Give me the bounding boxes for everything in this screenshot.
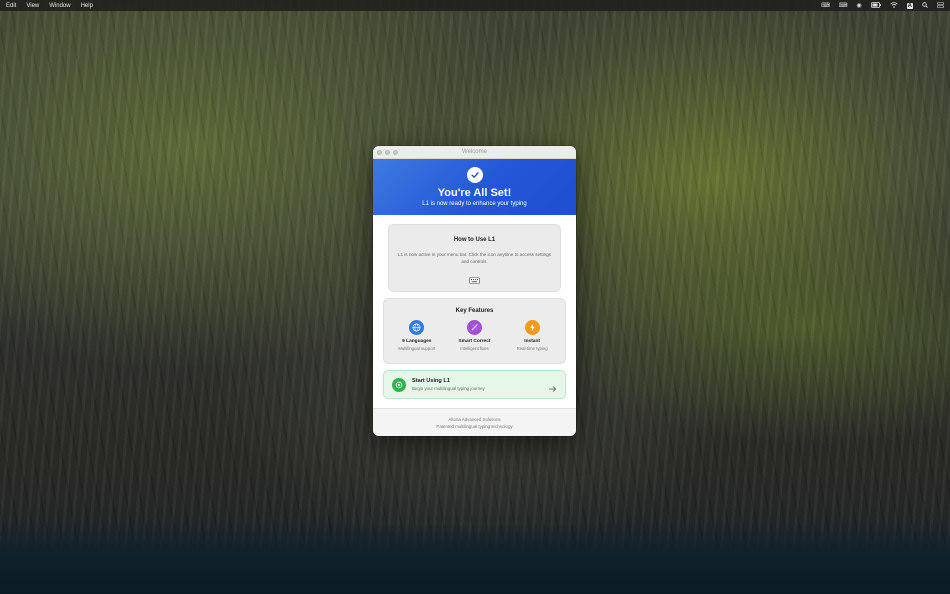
start-title: Start Using L1 bbox=[412, 378, 450, 384]
arrow-right-icon bbox=[548, 380, 557, 398]
input-source-icon[interactable]: A bbox=[906, 2, 913, 9]
menu-bar-items: Edit View Window Help bbox=[6, 3, 93, 9]
welcome-content: How to Use L1 L1 is now active in your m… bbox=[373, 215, 576, 399]
hero-title: You're All Set! bbox=[437, 186, 512, 199]
footer-company: Altona Advanced Solutions bbox=[448, 416, 501, 422]
feature-name: 9 Languages bbox=[402, 339, 432, 344]
zoom-button[interactable] bbox=[393, 150, 398, 155]
menu-bar-status: ⌨ ⌨ ◉ A bbox=[821, 1, 945, 10]
how-to-title: How to Use L1 bbox=[453, 237, 496, 243]
search-icon[interactable] bbox=[922, 1, 928, 10]
menu-help[interactable]: Help bbox=[81, 3, 93, 9]
window-title: Welcome bbox=[462, 149, 487, 155]
battery-icon[interactable] bbox=[870, 1, 881, 10]
checkmark-icon bbox=[466, 166, 483, 183]
welcome-window: Welcome You're All Set! L1 is now ready … bbox=[373, 146, 576, 436]
close-button[interactable] bbox=[377, 150, 382, 155]
feature-desc: Intelligent fixes bbox=[460, 346, 489, 351]
how-to-card: How to Use L1 L1 is now active in your m… bbox=[388, 224, 561, 292]
keyboard-icon[interactable]: ⌨ bbox=[821, 3, 830, 9]
window-titlebar[interactable]: Welcome bbox=[373, 146, 576, 159]
start-icon bbox=[392, 377, 406, 392]
hero-banner: You're All Set! L1 is now ready to enhan… bbox=[373, 159, 576, 215]
menu-edit[interactable]: Edit bbox=[6, 3, 16, 9]
wifi-icon[interactable] bbox=[889, 1, 898, 10]
how-to-text: L1 is now active in your menu bar. Click… bbox=[397, 252, 552, 264]
start-subtitle: Begin your multilingual typing journey bbox=[412, 386, 485, 391]
key-features-card: Key Features 9 Languages Multilingual su… bbox=[383, 298, 566, 364]
globe-icon bbox=[409, 320, 425, 335]
keyboard-icon bbox=[469, 271, 480, 289]
feature-name: Instant bbox=[524, 339, 540, 344]
minimize-button[interactable] bbox=[385, 150, 390, 155]
magic-wand-icon bbox=[466, 320, 482, 335]
menu-view[interactable]: View bbox=[26, 3, 39, 9]
window-footer: Altona Advanced Solutions Patented multi… bbox=[373, 408, 576, 436]
key-features-title: Key Features bbox=[455, 308, 494, 314]
footer-tagline: Patented multilingual typing technology bbox=[436, 423, 513, 429]
feature-languages: 9 Languages Multilingual support bbox=[389, 320, 445, 351]
play-icon[interactable]: ◉ bbox=[856, 3, 861, 9]
start-texts: Start Using L1 Begin your multilingual t… bbox=[412, 378, 485, 391]
features-row: 9 Languages Multilingual support Smart C… bbox=[384, 320, 565, 351]
lightning-icon bbox=[524, 320, 540, 335]
feature-desc: Real-time typing bbox=[516, 346, 548, 351]
keyboard-icon[interactable]: ⌨ bbox=[839, 3, 848, 9]
feature-name: Smart Correct bbox=[458, 339, 491, 344]
menu-window[interactable]: Window bbox=[49, 3, 70, 9]
feature-desc: Multilingual support bbox=[398, 346, 436, 351]
window-controls bbox=[377, 150, 398, 155]
start-using-button[interactable]: Start Using L1 Begin your multilingual t… bbox=[383, 370, 566, 399]
menu-bar: Edit View Window Help ⌨ ⌨ ◉ A bbox=[0, 0, 950, 11]
control-center-icon[interactable] bbox=[937, 1, 945, 10]
hero-subtitle: L1 is now ready to enhance your typing bbox=[422, 201, 527, 208]
wallpaper-sea bbox=[0, 524, 950, 594]
feature-smart-correct: Smart Correct Intelligent fixes bbox=[446, 320, 502, 351]
feature-instant: Instant Real-time typing bbox=[504, 320, 560, 351]
